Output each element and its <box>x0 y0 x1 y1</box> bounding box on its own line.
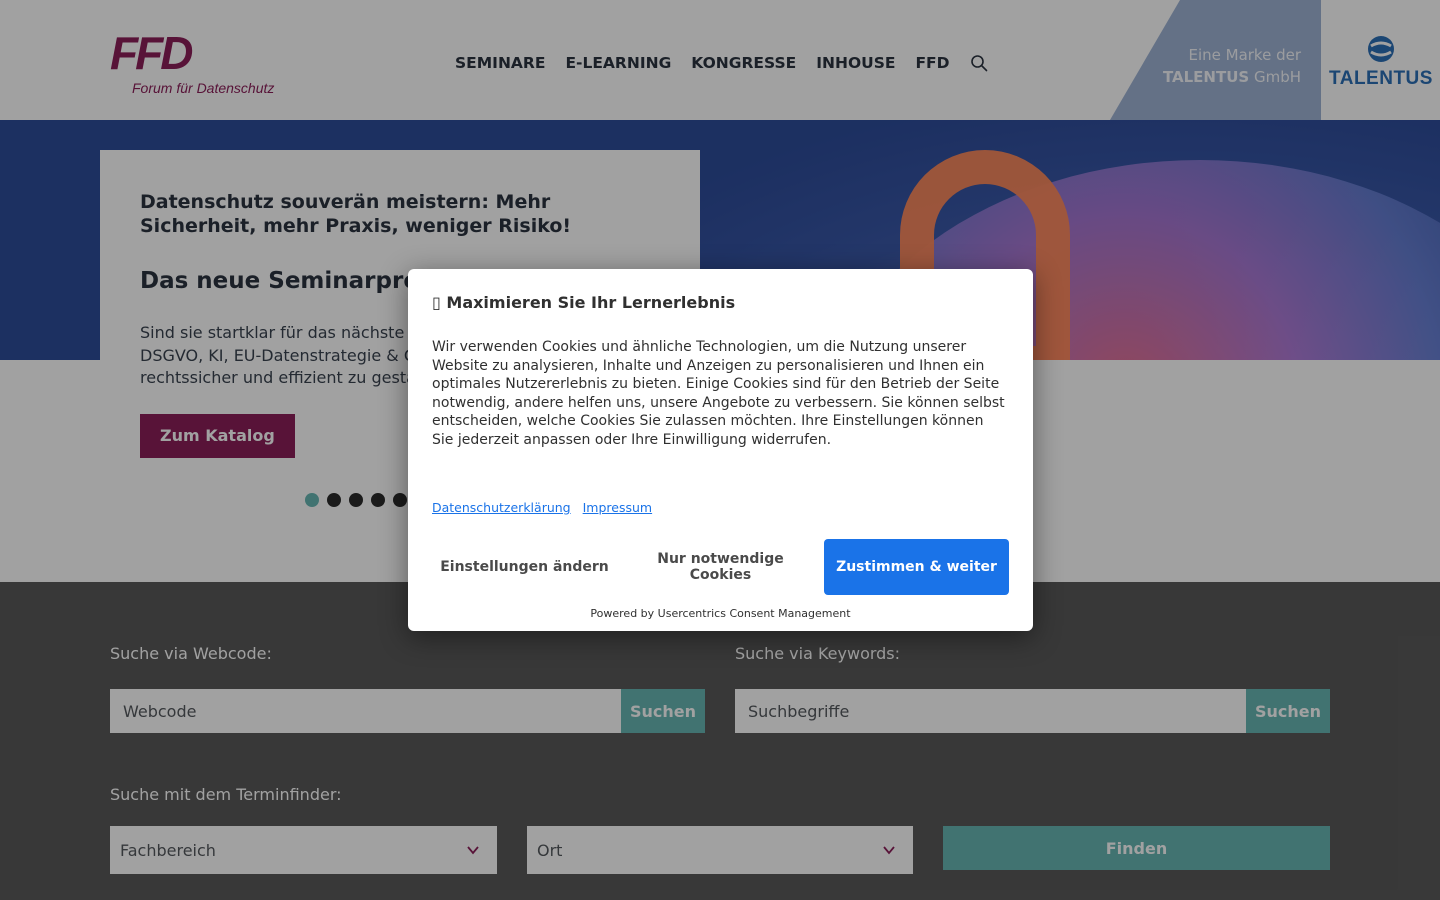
imprint-link[interactable]: Impressum <box>583 500 652 515</box>
cookie-consent-dialog: ▯ Maximieren Sie Ihr Lernerlebnis Wir ve… <box>408 269 1033 631</box>
privacy-policy-link[interactable]: Datenschutzerklärung <box>432 500 571 515</box>
consent-links: Datenschutzerklärung Impressum <box>432 500 652 515</box>
consent-title-text: Maximieren Sie Ihr Lernerlebnis <box>446 293 736 312</box>
change-settings-button[interactable]: Einstellungen ändern <box>432 539 617 595</box>
consent-title: ▯ Maximieren Sie Ihr Lernerlebnis <box>432 293 735 312</box>
powered-by-text: Powered by Usercentrics Consent Manageme… <box>590 607 851 620</box>
consent-title-icon: ▯ <box>432 293 441 312</box>
accept-button[interactable]: Zustimmen & weiter <box>824 539 1009 595</box>
consent-description: Wir verwenden Cookies und ähnliche Techn… <box>432 339 1005 448</box>
only-necessary-button[interactable]: Nur notwendige Cookies <box>628 539 813 595</box>
